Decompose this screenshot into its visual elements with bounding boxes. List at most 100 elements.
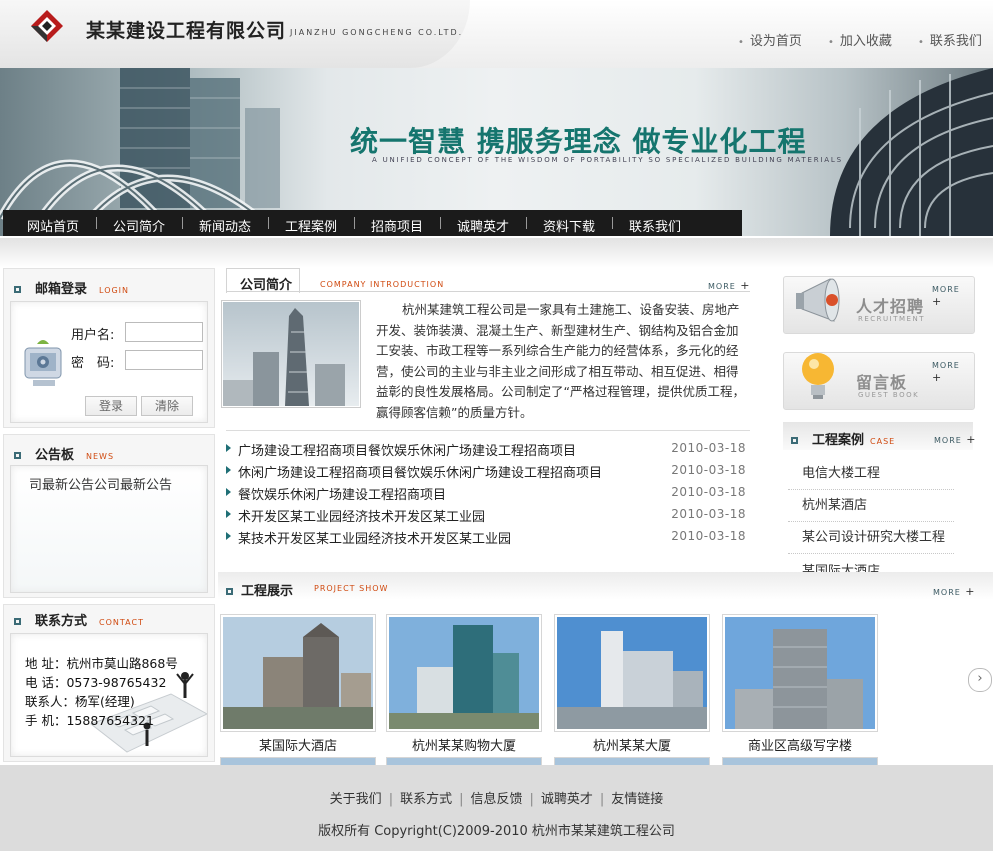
news-title[interactable]: 某技术开发区某工业园经济技术开发区某工业园 — [238, 528, 511, 547]
news-item[interactable]: 餐饮娱乐休闲广场建设工程招商项目 2010-03-18 — [226, 484, 746, 506]
showcase-more-link[interactable]: MORE — [933, 585, 976, 598]
add-favorite-link[interactable]: 加入收藏 — [828, 30, 892, 49]
triangle-bullet-icon — [226, 532, 231, 540]
news-date: 2010-03-18 — [671, 507, 746, 521]
copyright-text: 版权所有 Copyright(C)2009-2010 杭州市某某建筑工程公司 — [318, 824, 675, 839]
intro-text: 杭州某建筑工程公司是一家具有土建施工、设备安装、房地产开发、装饰装潢、混凝土生产… — [376, 302, 745, 420]
footer-links: 关于我们 | 联系方式 | 信息反馈 | 诚聘英才 | 友情链接 — [0, 788, 993, 807]
square-bullet-icon — [14, 452, 21, 459]
nav-about[interactable]: 公司简介 — [113, 216, 165, 235]
scroll-right-button[interactable]: › — [968, 668, 992, 692]
company-name: 某某建设工程有限公司 — [86, 20, 287, 42]
banner-slogan: 统一智慧 携服务理念 做专业化工程 — [350, 125, 807, 158]
company-name-en: JIANZHU GONGCHENG CO.LTD. — [290, 28, 464, 37]
footer-link-jobs[interactable]: 诚聘英才 — [541, 792, 593, 807]
project-name[interactable]: 某国际大酒店 — [220, 735, 376, 754]
intro-divider — [226, 291, 750, 292]
clear-button[interactable]: 清除 — [141, 396, 193, 416]
news-date: 2010-03-18 — [671, 529, 746, 543]
case-item[interactable]: 电信大楼工程 — [788, 456, 954, 490]
contact-address: 地 址：杭州市莫山路868号 — [25, 656, 178, 671]
news-date: 2010-03-18 — [671, 463, 746, 477]
nav-divider — [96, 217, 97, 229]
news-item[interactable]: 术开发区某工业园经济技术开发区某工业园 2010-03-18 — [226, 506, 746, 528]
contact-us-top-link[interactable]: 联系我们 — [918, 30, 982, 49]
login-box-title: 邮箱登录 LOGIN — [14, 278, 129, 297]
set-homepage-link[interactable]: 设为首页 — [738, 30, 802, 49]
triangle-bullet-icon — [226, 488, 231, 496]
password-label: 密 码: — [71, 356, 115, 371]
nav-cases[interactable]: 工程案例 — [285, 216, 337, 235]
project-photo-image — [725, 617, 875, 729]
news-item[interactable]: 广场建设工程招商项目餐饮娱乐休闲广场建设工程招商项目 2010-03-18 — [226, 440, 746, 462]
project-photo-image — [557, 617, 707, 729]
project-name[interactable]: 商业区高级写字楼 — [722, 735, 878, 754]
guestbook-more-link[interactable]: MORE — [932, 358, 974, 384]
footer-link-friends[interactable]: 友情链接 — [611, 792, 663, 807]
project-name[interactable]: 杭州某某购物大厦 — [386, 735, 542, 754]
nav-investment[interactable]: 招商项目 — [371, 216, 423, 235]
nav-divider — [526, 217, 527, 229]
news-title[interactable]: 广场建设工程招商项目餐饮娱乐休闲广场建设工程招商项目 — [238, 440, 576, 459]
footer-separator: | — [459, 792, 464, 807]
recruitment-more-link[interactable]: MORE — [932, 282, 974, 308]
project-photo-image — [389, 617, 539, 729]
case-item[interactable]: 某国际大酒店 — [788, 554, 954, 572]
login-box: 邮箱登录 LOGIN 用户名: 密 码: 登录 清除 — [3, 268, 215, 428]
news-item[interactable]: 休闲广场建设工程招商项目餐饮娱乐休闲广场建设工程招商项目 2010-03-18 — [226, 462, 746, 484]
case-item[interactable]: 某公司设计研究大楼工程 — [788, 520, 954, 554]
showcase-title: 工程展示 — [226, 580, 293, 599]
nav-divider — [354, 217, 355, 229]
notice-text[interactable]: 司最新公告公司最新公告 — [29, 474, 172, 493]
project-name[interactable]: 杭州某某大厦 — [554, 735, 710, 754]
recruitment-banner[interactable]: 人才招聘 RECRUITMENT MORE — [783, 276, 975, 334]
project-card[interactable] — [386, 614, 542, 732]
showcase-title-en: PROJECT SHOW — [314, 584, 389, 593]
footer-link-contact[interactable]: 联系方式 — [400, 792, 452, 807]
contact-phone: 电 话：0573-98765432 — [25, 675, 167, 690]
notice-box: 公告板 NEWS 司最新公告公司最新公告 — [3, 434, 215, 598]
nav-divider — [182, 217, 183, 229]
project-card[interactable] — [722, 614, 878, 732]
login-button[interactable]: 登录 — [85, 396, 137, 416]
footer-link-about[interactable]: 关于我们 — [330, 792, 382, 807]
project-card[interactable] — [554, 614, 710, 732]
username-input[interactable] — [125, 322, 203, 342]
notice-box-title: 公告板 NEWS — [14, 444, 114, 463]
nav-contact[interactable]: 联系我们 — [629, 216, 681, 235]
contact-box-title: 联系方式 CONTACT — [14, 610, 144, 629]
news-item[interactable]: 某技术开发区某工业园经济技术开发区某工业园 2010-03-18 — [226, 528, 746, 550]
recruitment-title-en: RECRUITMENT — [858, 315, 925, 323]
intro-tab-en: COMPANY INTRODUCTION — [320, 280, 445, 289]
nav-divider — [268, 217, 269, 229]
nav-news[interactable]: 新闻动态 — [199, 216, 251, 235]
project-card[interactable] — [220, 614, 376, 732]
nav-jobs[interactable]: 诚聘英才 — [457, 216, 509, 235]
company-logo-icon[interactable] — [30, 9, 64, 43]
case-item[interactable]: 杭州某酒店 — [788, 488, 954, 522]
news-divider — [226, 430, 750, 431]
notice-content: 司最新公告公司最新公告 — [10, 465, 208, 593]
recruitment-title: 人才招聘 — [856, 297, 925, 316]
password-input[interactable] — [125, 350, 203, 370]
news-title[interactable]: 休闲广场建设工程招商项目餐饮娱乐休闲广场建设工程招商项目 — [238, 462, 602, 481]
contact-details: 地 址：杭州市莫山路868号 电 话：0573-98765432 联系人：杨军(… — [25, 654, 178, 730]
megaphone-icon — [796, 278, 840, 322]
news-date: 2010-03-18 — [671, 441, 746, 455]
nav-home[interactable]: 网站首页 — [27, 216, 79, 235]
cases-more-link[interactable]: MORE — [934, 433, 977, 446]
footer-link-feedback[interactable]: 信息反馈 — [470, 792, 522, 807]
news-title[interactable]: 术开发区某工业园经济技术开发区某工业园 — [238, 506, 485, 525]
tower-photo-image — [223, 302, 359, 406]
nav-downloads[interactable]: 资料下载 — [543, 216, 595, 235]
username-label: 用户名: — [71, 328, 115, 343]
footer-separator: | — [388, 792, 394, 807]
contact-person: 联系人：杨军(经理) — [25, 694, 135, 709]
triangle-bullet-icon — [226, 444, 231, 452]
content-top-band — [0, 238, 993, 268]
login-form: 用户名: 密 码: 登录 清除 — [10, 301, 208, 423]
guestbook-title: 留言板 — [856, 373, 908, 392]
news-title[interactable]: 餐饮娱乐休闲广场建设工程招商项目 — [238, 484, 446, 503]
guestbook-banner[interactable]: 留言板 GUEST BOOK MORE — [783, 352, 975, 410]
computer-gear-icon — [24, 340, 62, 386]
